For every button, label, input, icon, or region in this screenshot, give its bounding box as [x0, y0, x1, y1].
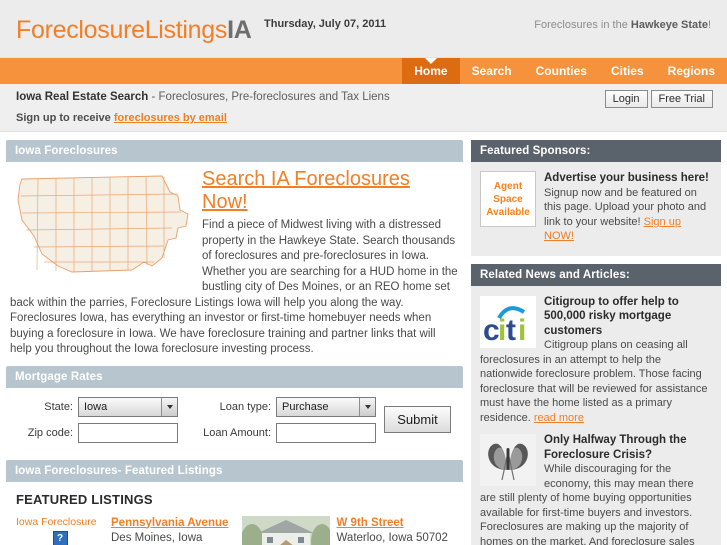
listing-item: W 9th Street Waterloo, Iowa 50702 $11,90… — [241, 515, 460, 545]
left-column: Iowa Foreclosures Search IA Foreclosures… — [6, 140, 463, 545]
agent-box-line-3: Available — [486, 206, 530, 218]
nav-label-regions: Regions — [667, 64, 715, 78]
news-item: Only Halfway Through the Foreclosure Cri… — [480, 433, 712, 545]
email-signup-line: Sign up to receive foreclosures by email — [16, 112, 227, 124]
iowa-county-map-icon — [17, 175, 189, 273]
mortgage-rates-form: State: Iowa Loan type: Purchase Submit Z… — [6, 388, 463, 451]
listing-thumbnail[interactable] — [241, 515, 330, 545]
featured-sponsors-body: Agent Space Available Advertise your bus… — [471, 162, 721, 256]
listing-image-alt-text: Iowa Foreclosure — [16, 515, 97, 528]
loan-type-label: Loan type: — [219, 400, 271, 413]
site-logo[interactable]: ForeclosureListingsIA — [16, 16, 252, 45]
sponsor-ad-text: Advertise your business here! Signup now… — [544, 171, 712, 244]
broken-image-icon: ? — [52, 530, 68, 545]
agent-box-line-1: Agent — [493, 180, 523, 192]
featured-listings-body: FEATURED LISTINGS Iowa Foreclosure ? Pen… — [6, 482, 463, 545]
loan-amount-label: Loan Amount: — [203, 426, 271, 439]
free-trial-button[interactable]: Free Trial — [650, 90, 713, 108]
email-signup-link[interactable]: foreclosures by email — [114, 112, 227, 124]
right-sidebar: Featured Sponsors: Agent Space Available… — [471, 140, 721, 545]
news-item-text: Citigroup plans on ceasing all foreclosu… — [480, 339, 708, 424]
current-date: Thursday, July 07, 2011 — [264, 18, 387, 30]
state-select[interactable]: Iowa — [78, 396, 178, 417]
active-tab-notch-icon — [424, 58, 437, 64]
nav-label-cities: Cities — [610, 64, 644, 78]
featured-sponsors-panel: Featured Sponsors: Agent Space Available… — [471, 140, 721, 256]
site-tagline: Foreclosures in the Hawkeye State! — [534, 19, 711, 31]
main-navigation: Home Search Counties Cities Regions — [0, 58, 727, 84]
news-read-more-link[interactable]: read more — [534, 412, 584, 424]
related-news-panel: Related News and Articles: c i t i Citig… — [471, 263, 721, 545]
featured-sponsors-title: Featured Sponsors: — [471, 140, 721, 162]
svg-text:i: i — [518, 314, 526, 347]
listing-address-link[interactable]: Pennsylvania Avenue — [111, 516, 234, 531]
loan-type-select[interactable]: Purchase — [276, 396, 376, 417]
citi-logo-icon: c i t i — [480, 295, 536, 348]
nav-label-home: Home — [414, 64, 448, 78]
page-root: ForeclosureListingsIA Thursday, July 07,… — [0, 0, 727, 545]
related-news-title: Related News and Articles: — [471, 263, 721, 286]
auth-button-group: Login Free Trial — [604, 90, 713, 108]
tagline-prefix: Foreclosures in the — [534, 19, 631, 31]
featured-listings-row: Iowa Foreclosure ? Pennsylvania Avenue D… — [16, 515, 460, 545]
sub-header: Iowa Real Estate Search - Foreclosures, … — [0, 84, 727, 132]
nav-item-search[interactable]: Search — [460, 58, 524, 84]
logo-text-foreclosure: Foreclosure — [16, 16, 145, 44]
listing-thumbnail[interactable]: Iowa Foreclosure ? — [16, 516, 104, 545]
iowa-foreclosures-panel-title: Iowa Foreclosures — [6, 140, 463, 162]
agent-box-line-2: Space — [493, 193, 523, 205]
mortgage-rates-panel: Mortgage Rates State: Iowa Loan type: Pu… — [6, 365, 463, 451]
house-photo-icon — [241, 515, 330, 545]
mortgage-rates-panel-title: Mortgage Rates — [6, 365, 463, 388]
search-description: Iowa Real Estate Search - Foreclosures, … — [16, 91, 390, 103]
nav-label-counties: Counties — [535, 64, 587, 78]
logo-text-listings: Listings — [144, 16, 228, 44]
news-item-body: Citigroup plans on ceasing all foreclosu… — [480, 338, 712, 425]
iowa-foreclosures-panel: Iowa Foreclosures Search IA Foreclosures… — [6, 140, 463, 358]
tagline-suffix: ! — [707, 19, 711, 31]
zip-code-label: Zip code: — [27, 426, 73, 439]
agent-space-available-box[interactable]: Agent Space Available — [480, 171, 536, 227]
featured-listings-panel: Iowa Foreclosures- Featured Listings FEA… — [6, 459, 463, 545]
intro-body: Search IA Foreclosures Now! Find a piece… — [6, 162, 463, 358]
search-description-bold: Iowa Real Estate Search — [16, 91, 149, 103]
featured-listings-heading: FEATURED LISTINGS — [16, 491, 153, 507]
listing-city-state: Waterloo, Iowa 50702 — [336, 531, 448, 544]
nav-item-counties[interactable]: Counties — [524, 58, 599, 84]
loan-type-select-wrap: Purchase — [276, 396, 376, 417]
listing-city-state: Des Moines, Iowa 50316 — [111, 531, 203, 544]
tagline-state: Hawkeye State — [630, 19, 708, 31]
listing-details: W 9th Street Waterloo, Iowa 50702 $11,90… — [337, 516, 448, 545]
email-signup-prefix: Sign up to receive — [16, 112, 114, 124]
listing-address-link[interactable]: W 9th Street — [337, 516, 448, 531]
nav-item-regions[interactable]: Regions — [656, 58, 727, 84]
svg-text:t: t — [506, 314, 516, 347]
nav-label-search: Search — [471, 64, 512, 78]
sponsor-ad-body: Signup now and be featured on this page.… — [544, 186, 707, 228]
login-button[interactable]: Login — [604, 90, 648, 108]
related-news-body: c i t i Citigroup to offer help to 500,0… — [471, 285, 721, 545]
nav-item-home[interactable]: Home — [402, 58, 460, 84]
search-description-rest: - Foreclosures, Pre-foreclosures and Tax… — [148, 91, 390, 103]
loan-amount-input[interactable] — [276, 422, 376, 443]
news-item: c i t i Citigroup to offer help to 500,0… — [480, 295, 712, 426]
sponsor-ad-headline: Advertise your business here! — [544, 172, 709, 184]
featured-listings-panel-title: Iowa Foreclosures- Featured Listings — [6, 459, 463, 482]
content-area: Iowa Foreclosures Search IA Foreclosures… — [0, 132, 727, 545]
state-label: State: — [44, 400, 73, 413]
zip-code-input[interactable] — [78, 422, 178, 443]
submit-button[interactable]: Submit — [384, 406, 451, 433]
site-header: ForeclosureListingsIA Thursday, July 07,… — [0, 0, 727, 58]
listing-item: Iowa Foreclosure ? Pennsylvania Avenue D… — [16, 516, 234, 545]
nav-item-cities[interactable]: Cities — [599, 58, 656, 84]
state-select-wrap: Iowa — [78, 396, 178, 417]
listing-details: Pennsylvania Avenue Des Moines, Iowa 503… — [111, 516, 234, 545]
butterfly-photo-icon — [480, 434, 536, 486]
logo-text-ia: IA — [227, 16, 252, 44]
